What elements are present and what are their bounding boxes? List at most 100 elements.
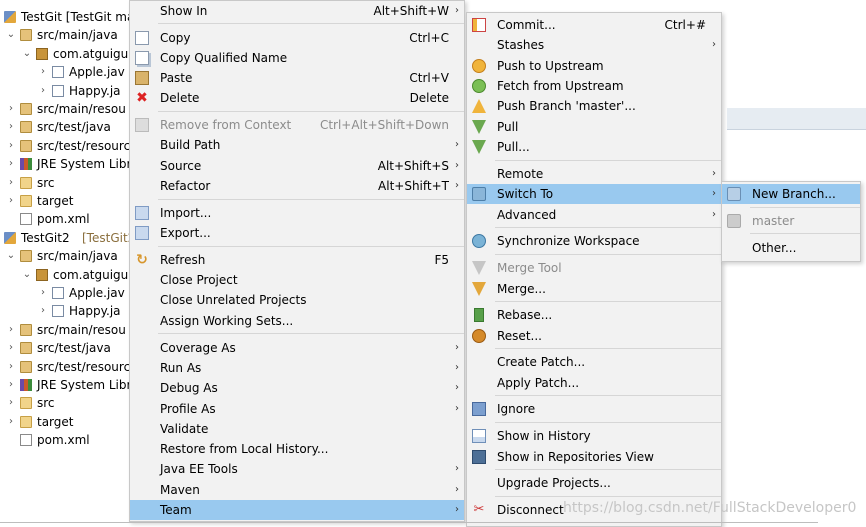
tree-node[interactable]: › src/test/java (0, 339, 130, 357)
menu-item-pull-dialog[interactable]: Pull... (467, 137, 721, 157)
menu-item-run-as[interactable]: Run As › (130, 358, 464, 378)
tree-node[interactable]: › JRE System Libr (0, 155, 130, 173)
collapsed-twisty-icon[interactable]: › (6, 155, 16, 173)
tree-node[interactable]: › Happy.ja (0, 82, 130, 100)
menu-item-remove-from-context[interactable]: Remove from Context Ctrl+Alt+Shift+Down (130, 115, 464, 135)
menu-item-upgrade-projects[interactable]: Upgrade Projects... (467, 473, 721, 493)
menu-item-refactor[interactable]: Refactor Alt+Shift+T › (130, 176, 464, 196)
tree-node[interactable]: › target (0, 192, 130, 210)
tree-node[interactable]: pom.xml (0, 431, 130, 449)
menu-item-assign-working-sets[interactable]: Assign Working Sets... (130, 311, 464, 331)
collapsed-twisty-icon[interactable]: › (6, 394, 16, 412)
menu-item-paste[interactable]: Paste Ctrl+V (130, 68, 464, 88)
collapsed-twisty-icon[interactable]: › (6, 376, 16, 394)
tree-node[interactable]: › Apple.jav (0, 63, 130, 81)
menu-item-close-project[interactable]: Close Project (130, 270, 464, 290)
collapsed-twisty-icon[interactable]: › (6, 358, 16, 376)
menu-item-show-in[interactable]: Show In Alt+Shift+W › (130, 1, 464, 21)
menu-item-java-ee-tools[interactable]: Java EE Tools › (130, 459, 464, 479)
tree-node[interactable]: › JRE System Libr (0, 376, 130, 394)
tree-node[interactable]: › target (0, 413, 130, 431)
menu-item-copy-qualified-name[interactable]: Copy Qualified Name (130, 48, 464, 68)
menu-item-master-branch[interactable]: master (722, 211, 860, 231)
tree-node-label: com.atguigu (53, 267, 129, 282)
collapsed-twisty-icon[interactable]: › (6, 174, 16, 192)
tree-node[interactable]: › src/test/java (0, 118, 130, 136)
tree-node-label: src (37, 396, 55, 411)
collapsed-twisty-icon[interactable]: › (6, 413, 16, 431)
collapsed-twisty-icon[interactable]: › (38, 82, 48, 100)
menu-item-remote[interactable]: Remote › (467, 164, 721, 184)
tree-project-node[interactable]: TestGit2 [TestGit2 (0, 229, 130, 247)
tree-node[interactable]: › src/main/resou (0, 100, 130, 118)
tree-node-label: JRE System Libr (37, 378, 130, 392)
tree-node[interactable]: › src/test/resourc (0, 137, 130, 155)
collapsed-twisty-icon[interactable]: › (38, 302, 48, 320)
collapsed-twisty-icon[interactable]: › (38, 284, 48, 302)
tree-node[interactable]: › src (0, 174, 130, 192)
tree-node[interactable]: › Happy.ja (0, 302, 130, 320)
tree-node[interactable]: › src/main/resou (0, 321, 130, 339)
menu-item-advanced[interactable]: Advanced › (467, 205, 721, 225)
menu-item-other-branch[interactable]: Other... (722, 238, 860, 258)
menu-item-label: Restore from Local History... (160, 442, 329, 456)
menu-item-new-branch[interactable]: New Branch... (722, 184, 860, 204)
menu-item-coverage-as[interactable]: Coverage As › (130, 338, 464, 358)
menu-item-label: Merge... (497, 282, 546, 296)
tree-project-node[interactable]: TestGit [TestGit ma (0, 8, 130, 26)
tree-node[interactable]: ⌄ com.atguigu (0, 45, 130, 63)
tree-node[interactable]: › Apple.jav (0, 284, 130, 302)
menu-item-pull[interactable]: Pull (467, 117, 721, 137)
menu-item-stashes[interactable]: Stashes › (467, 35, 721, 55)
tree-node[interactable]: ⌄ com.atguigu (0, 266, 130, 284)
xml-file-icon (20, 213, 32, 226)
expanded-twisty-icon[interactable]: ⌄ (6, 247, 16, 265)
menu-item-synchronize-workspace[interactable]: Synchronize Workspace (467, 231, 721, 251)
menu-item-show-in-repositories[interactable]: Show in Repositories View (467, 447, 721, 467)
menu-item-build-path[interactable]: Build Path › (130, 135, 464, 155)
menu-item-delete[interactable]: ✖ Delete Delete (130, 88, 464, 108)
menu-item-merge-tool[interactable]: Merge Tool (467, 258, 721, 278)
menu-item-ignore[interactable]: Ignore (467, 399, 721, 419)
tree-node[interactable]: › src/test/resourc (0, 358, 130, 376)
collapsed-twisty-icon[interactable]: › (6, 339, 16, 357)
menu-item-validate[interactable]: Validate (130, 419, 464, 439)
menu-item-import[interactable]: Import... (130, 203, 464, 223)
expanded-twisty-icon[interactable]: ⌄ (6, 26, 16, 44)
tree-node[interactable]: ⌄ src/main/java (0, 247, 130, 265)
menu-item-merge[interactable]: Merge... (467, 279, 721, 299)
menu-item-fetch-from-upstream[interactable]: Fetch from Upstream (467, 76, 721, 96)
collapsed-twisty-icon[interactable]: › (6, 100, 16, 118)
tree-node[interactable]: › src (0, 394, 130, 412)
menu-item-profile-as[interactable]: Profile As › (130, 399, 464, 419)
menu-item-export[interactable]: Export... (130, 223, 464, 243)
menu-separator (158, 199, 464, 200)
menu-item-show-in-history[interactable]: Show in History (467, 426, 721, 446)
folder-icon (20, 397, 32, 410)
tree-node[interactable]: pom.xml (0, 210, 130, 228)
menu-item-reset[interactable]: Reset... (467, 326, 721, 346)
collapsed-twisty-icon[interactable]: › (38, 63, 48, 81)
menu-item-push-branch[interactable]: Push Branch 'master'... (467, 96, 721, 116)
menu-item-rebase[interactable]: Rebase... (467, 305, 721, 325)
menu-item-maven[interactable]: Maven › (130, 480, 464, 500)
collapsed-twisty-icon[interactable]: › (6, 192, 16, 210)
menu-item-apply-patch[interactable]: Apply Patch... (467, 373, 721, 393)
menu-item-refresh[interactable]: ↻ Refresh F5 (130, 250, 464, 270)
collapsed-twisty-icon[interactable]: › (6, 321, 16, 339)
menu-item-close-unrelated-projects[interactable]: Close Unrelated Projects (130, 290, 464, 310)
expanded-twisty-icon[interactable]: ⌄ (22, 266, 32, 284)
menu-item-switch-to[interactable]: Switch To › (467, 184, 721, 204)
menu-item-create-patch[interactable]: Create Patch... (467, 352, 721, 372)
menu-item-restore-local-history[interactable]: Restore from Local History... (130, 439, 464, 459)
tree-node[interactable]: ⌄ src/main/java (0, 26, 130, 44)
collapsed-twisty-icon[interactable]: › (6, 118, 16, 136)
menu-item-commit[interactable]: Commit... Ctrl+# (467, 15, 721, 35)
collapsed-twisty-icon[interactable]: › (6, 137, 16, 155)
menu-item-team[interactable]: Team › (130, 500, 464, 520)
expanded-twisty-icon[interactable]: ⌄ (22, 45, 32, 63)
menu-item-debug-as[interactable]: Debug As › (130, 378, 464, 398)
menu-item-copy[interactable]: Copy Ctrl+C (130, 28, 464, 48)
menu-item-source[interactable]: Source Alt+Shift+S › (130, 156, 464, 176)
menu-item-push-to-upstream[interactable]: Push to Upstream (467, 56, 721, 76)
